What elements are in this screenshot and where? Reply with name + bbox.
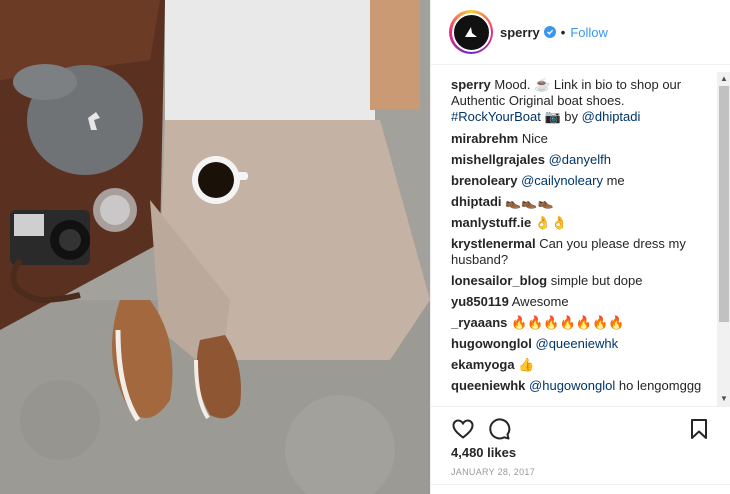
comment-item: ekamyoga 👍 (451, 357, 713, 373)
comments-list[interactable]: sperry Mood. ☕ Link in bio to shop our A… (451, 77, 713, 406)
comment-text: simple but dope (550, 273, 643, 288)
comment-text: 👞👞👞 (505, 194, 554, 209)
comment-item: lonesailor_blog simple but dope (451, 273, 713, 289)
comment-item: _ryaaans 🔥🔥🔥🔥🔥🔥🔥 (451, 315, 713, 331)
scroll-up-arrow-icon[interactable]: ▲ (717, 72, 730, 86)
comment-mention[interactable]: @hugowonglol (529, 378, 615, 393)
comment-mention[interactable]: @queeniewhk (536, 336, 619, 351)
comment-username[interactable]: lonesailor_blog (451, 273, 547, 288)
comment-text: 🔥🔥🔥🔥🔥🔥🔥 (511, 315, 625, 330)
bookmark-icon[interactable] (687, 417, 711, 441)
comment-text: 👌👌 (534, 215, 568, 230)
post-header: sperry • Follow (431, 0, 730, 65)
comment-username[interactable]: hugowonglol (451, 336, 532, 351)
camera-emoji: 📷 (544, 109, 561, 124)
post-author-username[interactable]: sperry (500, 25, 540, 40)
comment-bubble-icon[interactable] (487, 417, 511, 441)
caption-credit-mention[interactable]: @dhiptadi (582, 109, 641, 124)
scrollbar-thumb[interactable] (719, 86, 729, 322)
heart-icon[interactable] (451, 417, 475, 441)
scroll-down-arrow-icon[interactable]: ▼ (717, 392, 730, 406)
divider (431, 484, 730, 485)
post-actions (431, 406, 730, 446)
comment-item: dhiptadi 👞👞👞 (451, 194, 713, 210)
comment-item: manlystuff.ie 👌👌 (451, 215, 713, 231)
comment-item: queeniewhk @hugowonglol ho lengomggg (451, 378, 713, 394)
comment-username[interactable]: _ryaaans (451, 315, 507, 330)
caption-hashtag[interactable]: #RockYourBoat (451, 109, 541, 124)
comments-scrollbar[interactable]: ▲ ▼ (717, 72, 730, 406)
comment-item: yu850119 Awesome (451, 294, 713, 310)
comment-username[interactable]: mishellgrajales (451, 152, 545, 167)
comment-item: mirabrehm Nice (451, 131, 713, 147)
comment-text: Awesome (511, 294, 569, 309)
comment-username[interactable]: manlystuff.ie (451, 215, 531, 230)
comment-username[interactable]: krystlenermal (451, 236, 536, 251)
sperry-logo-icon (451, 12, 491, 52)
post-sidebar: sperry • Follow sperry Mood. ☕ Link in b… (430, 0, 730, 494)
comment-username[interactable]: mirabrehm (451, 131, 518, 146)
comment-username[interactable]: dhiptadi (451, 194, 502, 209)
separator-dot: • (560, 24, 566, 40)
comment-text: ho lengomggg (618, 378, 702, 393)
post-image-illustration (0, 0, 430, 494)
comment-text: me (606, 173, 625, 188)
comment-username[interactable]: brenoleary (451, 173, 517, 188)
caption-by: by (564, 109, 579, 124)
comment-item: brenoleary @cailynoleary me (451, 173, 713, 189)
comment-text: 👍 (518, 357, 535, 372)
comment-username[interactable]: yu850119 (451, 294, 509, 309)
comment-mention[interactable]: @cailynoleary (521, 173, 603, 188)
comment-username[interactable]: ekamyoga (451, 357, 515, 372)
comment-mention[interactable]: @danyelfh (549, 152, 611, 167)
comment-text: Nice (521, 131, 548, 146)
comment-item: hugowonglol @queeniewhk (451, 336, 713, 352)
likes-count[interactable]: 4,480 likes (451, 445, 516, 460)
comment-username[interactable]: queeniewhk (451, 378, 525, 393)
comment-item: krystlenermal Can you please dress my hu… (451, 236, 713, 268)
caption-username[interactable]: sperry (451, 77, 491, 92)
comment-item: mishellgrajales @danyelfh (451, 152, 713, 168)
verified-badge-icon (543, 26, 556, 38)
avatar[interactable] (449, 10, 493, 54)
follow-button[interactable]: Follow (570, 25, 608, 40)
caption: sperry Mood. ☕ Link in bio to shop our A… (451, 77, 713, 125)
post-photo[interactable] (0, 0, 430, 494)
post-date[interactable]: JANUARY 28, 2017 (451, 467, 535, 477)
